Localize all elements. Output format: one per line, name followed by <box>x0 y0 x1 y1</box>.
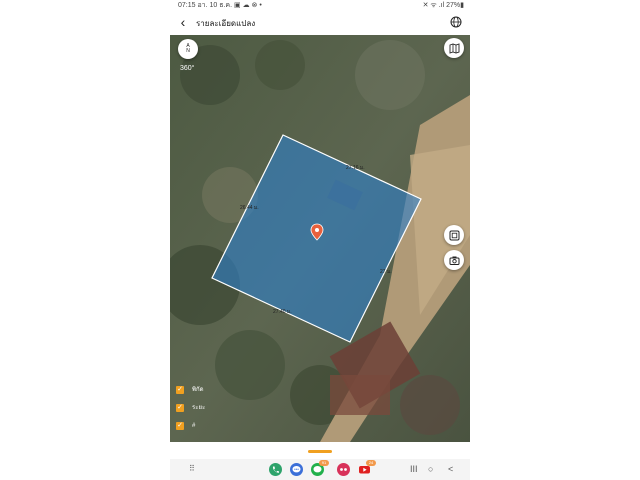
measurement-right: 27 ม. <box>380 269 392 275</box>
measurement-top: 27.16 ม. <box>346 165 365 171</box>
compass-north-label: N <box>186 48 190 54</box>
satellite-map[interactable]: 27.16 ม. 26.44 ม. 27 ม. 27.40 ม. A N 360… <box>170 35 470 442</box>
status-time: 07:15 อา. 10 ธ.ค. <box>178 2 233 9</box>
legend-label: ระยะ <box>192 405 206 411</box>
measurement-left: 26.44 ม. <box>240 205 259 211</box>
recents-button[interactable]: III <box>410 464 418 474</box>
app-bar: ‹ รายละเอียดแปลง <box>170 12 470 34</box>
line-app-icon[interactable]: 91 <box>311 460 329 476</box>
home-button[interactable]: ○ <box>428 464 433 474</box>
phone-app-icon[interactable] <box>269 463 282 476</box>
sheet-drag-handle[interactable] <box>308 450 332 453</box>
line-badge: 91 <box>319 460 329 466</box>
status-indicators: ✕ ᯤ .ıl 27%▮ <box>422 2 464 9</box>
satellite-imagery: 27.16 ม. 26.44 ม. 27 ม. 27.40 ม. <box>170 35 470 442</box>
grid-square-icon <box>449 230 459 240</box>
globe-icon[interactable] <box>450 16 462 28</box>
camera-button[interactable] <box>444 250 464 270</box>
legend-label: # <box>192 423 196 429</box>
youtube-app-icon[interactable]: 24 <box>358 460 376 476</box>
system-nav-bar: ⠿ 91 24 III ○ < <box>170 459 470 480</box>
map-layers-button[interactable] <box>444 38 464 58</box>
gallery-app-icon[interactable] <box>337 463 350 476</box>
page-title: รายละเอียดแปลง <box>196 19 256 28</box>
nav-back-button[interactable]: < <box>448 464 453 474</box>
map-icon <box>449 42 459 54</box>
youtube-badge: 24 <box>366 460 376 466</box>
status-left: 07:15 อา. 10 ธ.ค. ▣ ☁ ⊗ • <box>178 0 262 12</box>
legend-item-distance[interactable]: ✓ ระยะ <box>176 402 236 420</box>
back-arrow-icon[interactable]: ‹ <box>176 15 190 30</box>
checkbox-checked-icon[interactable]: ✓ <box>176 422 184 430</box>
layer-legend: ✓ พิกัด ✓ ระยะ ✓ # <box>176 384 236 438</box>
measurement-bottom: 27.40 ม. <box>273 309 292 315</box>
legend-item-coordinates[interactable]: ✓ พิกัด <box>176 384 236 402</box>
checkbox-checked-icon[interactable]: ✓ <box>176 386 184 394</box>
notification-icons: ▣ ☁ ⊗ • <box>234 2 262 9</box>
legend-label: พิกัด <box>192 387 204 393</box>
messages-app-icon[interactable] <box>290 463 303 476</box>
parcel-grid-button[interactable] <box>444 225 464 245</box>
view-360-label[interactable]: 360° <box>180 65 194 72</box>
legend-item-number[interactable]: ✓ # <box>176 420 236 438</box>
app-drawer-icon[interactable]: ⠿ <box>189 465 195 473</box>
compass-button[interactable]: A N <box>178 39 198 59</box>
camera-icon <box>449 256 459 265</box>
status-bar: 07:15 อา. 10 ธ.ค. ▣ ☁ ⊗ • ✕ ᯤ .ıl 27%▮ <box>170 0 470 12</box>
checkbox-checked-icon[interactable]: ✓ <box>176 404 184 412</box>
phone-screen: 07:15 อา. 10 ธ.ค. ▣ ☁ ⊗ • ✕ ᯤ .ıl 27%▮ ‹… <box>170 0 470 480</box>
